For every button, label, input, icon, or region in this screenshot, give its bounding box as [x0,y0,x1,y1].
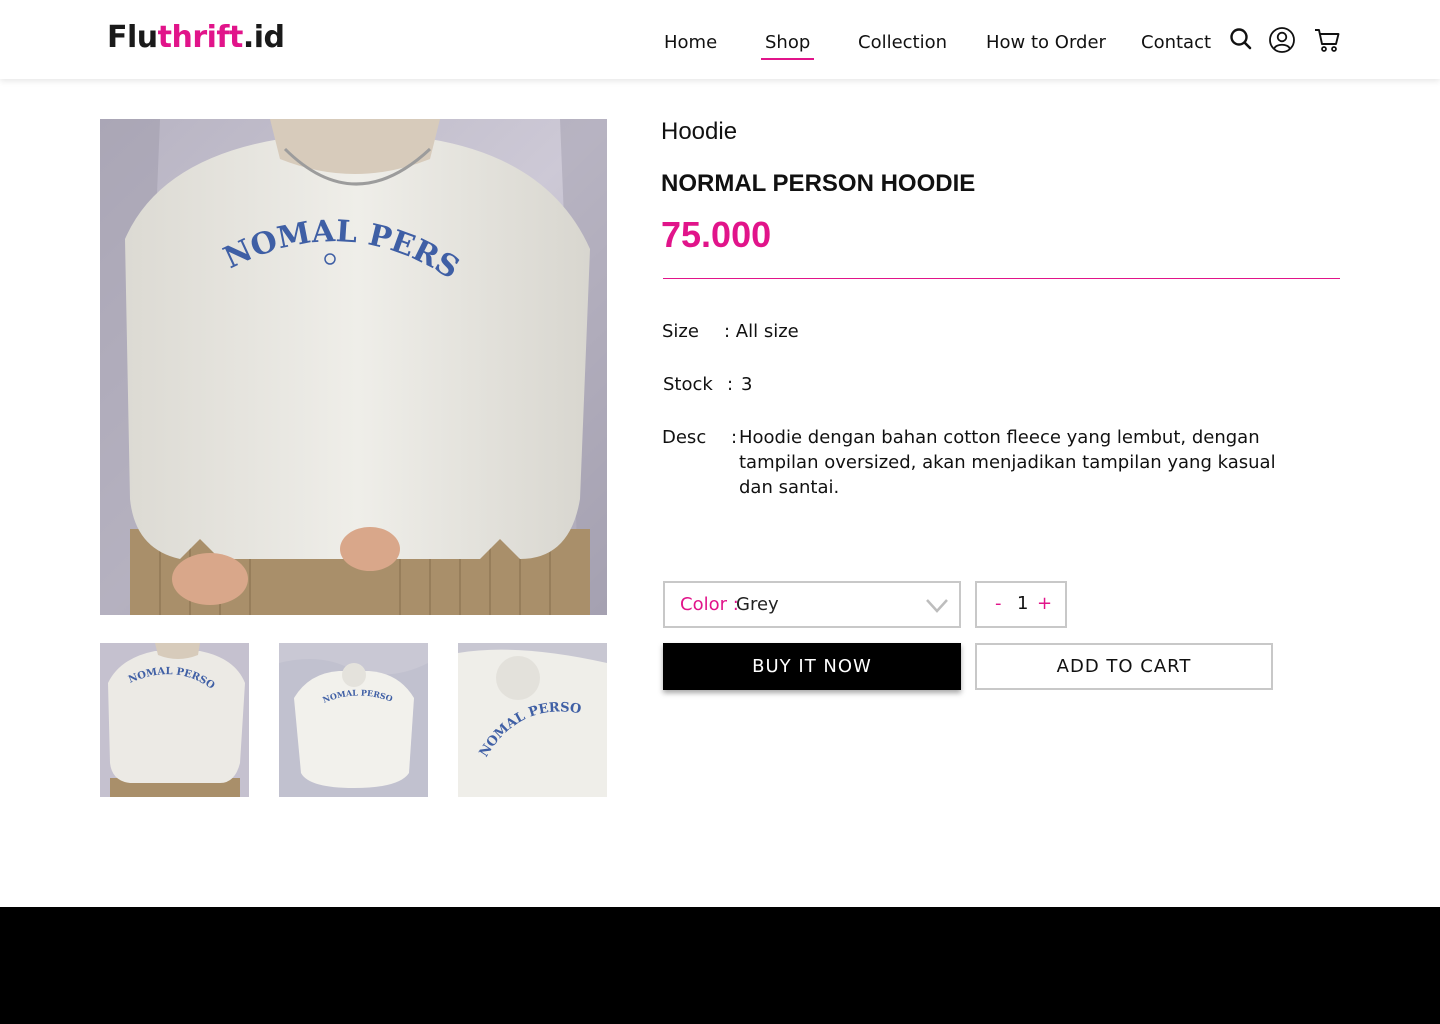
size-label: Size [662,321,699,342]
qty-increase-button[interactable]: + [1037,593,1052,614]
logo-part-2: thrift [157,20,244,55]
stock-colon: : [727,374,734,395]
price-divider [663,278,1340,279]
product-name: NORMAL PERSON HOODIE [661,170,976,197]
nav-shop[interactable]: Shop [760,31,815,60]
qty-decrease-button[interactable]: - [995,593,1002,614]
color-label: Color : [680,594,739,615]
quantity-stepper: - 1 + [975,581,1067,628]
chevron-down-icon [926,599,948,613]
add-to-cart-button[interactable]: ADD TO CART [975,643,1273,690]
color-select[interactable]: Color : Grey [663,581,961,628]
nav-contact[interactable]: Contact [1141,31,1211,55]
stock-label: Stock [663,374,713,395]
buy-now-button[interactable]: BUY IT NOW [663,643,961,690]
logo-part-1: Flu [107,20,158,55]
qty-value[interactable]: 1 [1017,593,1028,614]
size-value: : All size [724,321,799,342]
stock-value: 3 [741,374,753,395]
site-header: Fluthrift.id Home Shop Collection How to… [0,0,1440,79]
nav-how-to-order[interactable]: How to Order [986,31,1106,55]
desc-colon: : [731,427,738,448]
thumbnail-3[interactable]: NOMAL PERSON [458,643,607,797]
desc-value: Hoodie dengan bahan cotton fleece yang l… [739,427,1276,498]
color-value: Grey [736,594,779,615]
product-price: 75.000 [661,214,772,255]
user-icon[interactable] [1268,26,1296,54]
brand-logo[interactable]: Fluthrift.id [107,18,285,58]
site-footer [0,907,1440,1024]
main-product-image[interactable]: NOMAL PERSON [100,119,607,615]
cart-icon[interactable] [1313,26,1341,54]
thumbnail-1[interactable]: NOMAL PERSON [100,643,249,797]
nav-home[interactable]: Home [664,31,717,55]
desc-label: Desc [662,427,707,448]
nav-collection[interactable]: Collection [858,31,947,55]
search-icon[interactable] [1228,26,1256,54]
logo-part-3: .id [242,20,285,55]
product-category: Hoodie [661,118,738,145]
thumbnail-2[interactable]: NOMAL PERSON [279,643,428,797]
